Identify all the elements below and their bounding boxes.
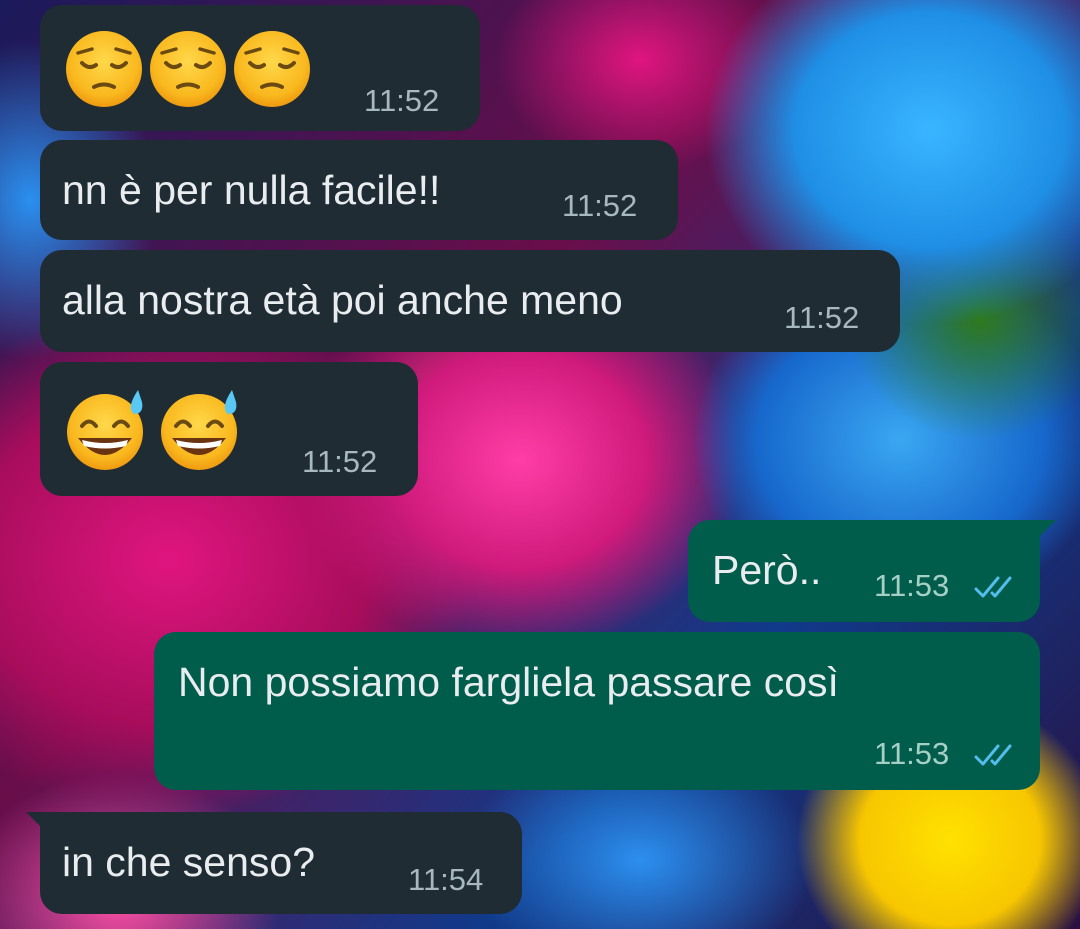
double-check-read-icon xyxy=(974,742,1018,773)
message-bubble-outgoing[interactable]: Non possiamo fargliela passare così 11:5… xyxy=(154,632,1040,790)
message-bubble-outgoing[interactable]: Però.. 11:53 xyxy=(688,520,1056,622)
message-text: in che senso? xyxy=(62,839,316,885)
message-text: alla nostra età poi anche meno xyxy=(62,277,623,323)
message-time: 11:52 xyxy=(364,83,440,118)
double-check-read-icon xyxy=(974,574,1018,605)
message-time: 11:52 xyxy=(562,188,638,223)
message-time: 11:52 xyxy=(302,444,378,479)
message-text: Non possiamo fargliela passare così xyxy=(178,659,839,705)
message-bubble-incoming[interactable]: 11:52 xyxy=(40,362,418,496)
pensive-face-emoji xyxy=(64,29,144,114)
message-text: Però.. xyxy=(712,547,822,593)
bubble-tail xyxy=(1034,520,1056,542)
pensive-face-emoji xyxy=(148,29,228,114)
message-time: 11:52 xyxy=(784,300,860,335)
grinning-sweat-emoji xyxy=(156,384,246,479)
message-time: 11:53 xyxy=(874,736,950,771)
message-time: 11:53 xyxy=(874,568,950,603)
bubble-tail xyxy=(26,812,48,834)
pensive-face-emoji xyxy=(232,29,312,114)
message-bubble-incoming[interactable]: nn è per nulla facile!! 11:52 xyxy=(40,140,678,240)
message-bubble-incoming[interactable]: alla nostra età poi anche meno 11:52 xyxy=(40,250,900,352)
message-time: 11:54 xyxy=(408,862,484,897)
message-bubble-incoming[interactable]: 11:52 xyxy=(40,5,480,131)
message-bubble-incoming[interactable]: in che senso? 11:54 xyxy=(26,812,522,914)
message-text: nn è per nulla facile!! xyxy=(62,167,441,213)
grinning-sweat-emoji xyxy=(62,384,152,479)
